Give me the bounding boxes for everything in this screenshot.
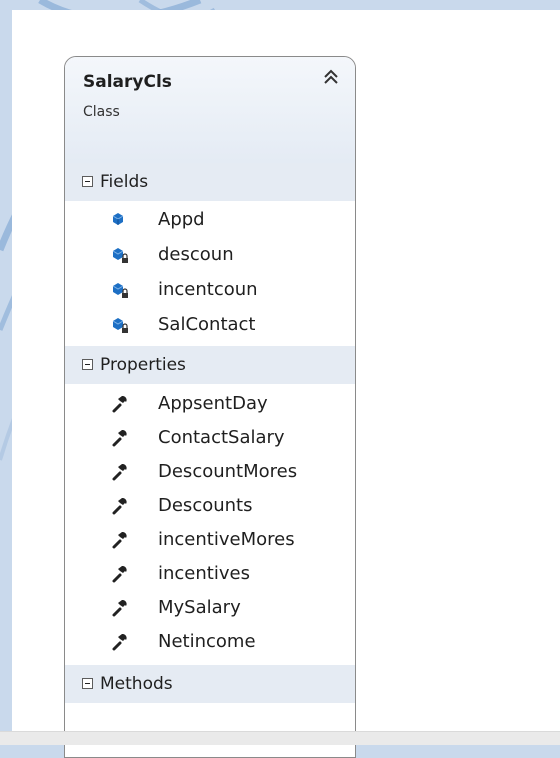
property-wrench-icon xyxy=(112,497,127,515)
section-header-methods[interactable]: Methods xyxy=(65,665,355,703)
property-wrench-icon xyxy=(112,531,127,549)
section-label: Fields xyxy=(100,172,149,192)
member-name: Netincome xyxy=(158,631,256,652)
member-row[interactable]: Appd xyxy=(65,203,355,237)
member-row[interactable]: AppsentDay xyxy=(65,387,355,421)
private-field-icon xyxy=(112,248,128,263)
member-row[interactable]: Netincome xyxy=(65,625,355,659)
member-name: Descounts xyxy=(158,495,253,516)
class-name: SalaryCls xyxy=(83,72,172,92)
property-wrench-icon xyxy=(112,429,127,447)
property-wrench-icon xyxy=(112,599,127,617)
member-name: AppsentDay xyxy=(158,393,268,414)
member-name: incentiveMores xyxy=(158,529,295,550)
member-row[interactable]: incentives xyxy=(65,557,355,591)
member-name: ContactSalary xyxy=(158,427,285,448)
collapse-icon[interactable] xyxy=(82,678,93,689)
private-field-icon xyxy=(112,283,128,298)
private-field-icon xyxy=(112,318,128,333)
section-label: Properties xyxy=(100,355,186,375)
section-header-properties[interactable]: Properties xyxy=(65,346,355,384)
class-header[interactable]: SalaryCls Class xyxy=(65,57,355,163)
member-name: descoun xyxy=(158,244,234,265)
section-header-fields[interactable]: Fields xyxy=(65,163,355,201)
class-stereotype: Class xyxy=(83,104,120,120)
member-row[interactable]: Descounts xyxy=(65,489,355,523)
member-name: Appd xyxy=(158,209,205,230)
field-icon xyxy=(112,213,124,225)
double-chevron-up-icon xyxy=(324,69,338,84)
property-wrench-icon xyxy=(112,463,127,481)
member-name: MySalary xyxy=(158,597,241,618)
member-row[interactable]: incentiveMores xyxy=(65,523,355,557)
member-row[interactable]: incentcoun xyxy=(65,273,355,307)
property-wrench-icon xyxy=(112,395,127,413)
property-wrench-icon xyxy=(112,633,127,651)
collapse-icon[interactable] xyxy=(82,176,93,187)
member-name: SalContact xyxy=(158,314,256,335)
collapse-icon[interactable] xyxy=(82,359,93,370)
class-shape[interactable]: SalaryCls Class Fields Appd descoun ince… xyxy=(64,56,356,758)
property-wrench-icon xyxy=(112,565,127,583)
collapse-toggle-button[interactable] xyxy=(319,65,343,89)
horizontal-scrollbar[interactable] xyxy=(0,731,560,745)
member-row[interactable]: ContactSalary xyxy=(65,421,355,455)
member-name: DescountMores xyxy=(158,461,298,482)
member-row[interactable]: DescountMores xyxy=(65,455,355,489)
class-members: Fields Appd descoun incentcoun SalContac… xyxy=(65,163,355,757)
section-label: Methods xyxy=(100,674,173,694)
member-row[interactable]: MySalary xyxy=(65,591,355,625)
member-row[interactable]: descoun xyxy=(65,238,355,272)
member-name: incentcoun xyxy=(158,279,258,300)
member-row[interactable]: SalContact xyxy=(65,308,355,342)
member-name: incentives xyxy=(158,563,250,584)
